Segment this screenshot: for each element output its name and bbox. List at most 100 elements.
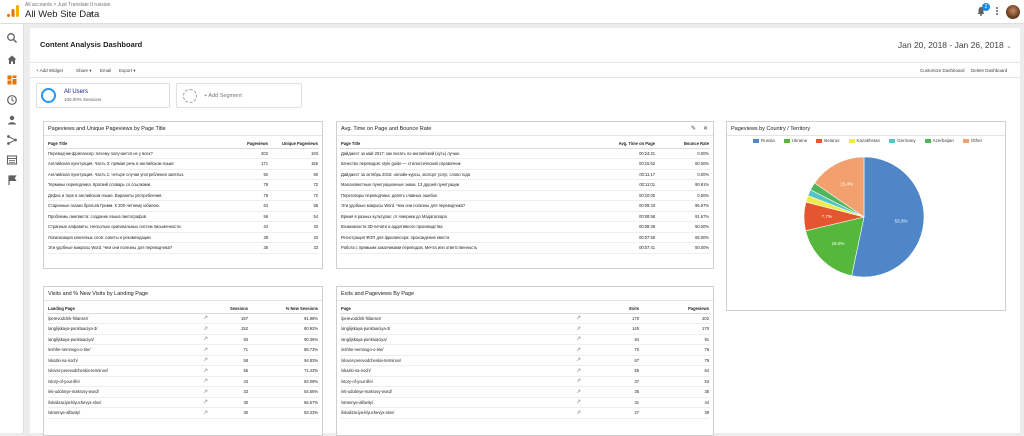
row-title-link[interactable]: Проблемы лингвиста: создание языка пикто… (47, 211, 229, 222)
add-widget-button[interactable]: + Add Widget (36, 68, 63, 73)
table-row[interactable]: Термины переводчика. Краткий словарь со … (47, 179, 319, 191)
row-title-link[interactable]: /anglijskaya-punktuaciya-3/ (47, 323, 197, 335)
table-row[interactable]: Время в разных культурах: от Америки до … (340, 211, 710, 222)
table-row[interactable]: /anglijskaya-punktuaciya-3/152 80.92% (47, 323, 319, 335)
row-title-link[interactable]: /story-of-your-life/ (340, 376, 570, 387)
external-link-icon[interactable] (197, 407, 209, 419)
table-row[interactable]: Дайджест за май 2017: как писать по-англ… (340, 148, 710, 159)
table-row[interactable]: /eshhe-nemnogo-o-tire/71 88.73% (47, 344, 319, 356)
table-row[interactable]: Качество переводов: style guide — стилис… (340, 158, 710, 170)
row-title-link[interactable]: /eti-udobnye-makrosy-word/ (340, 386, 570, 398)
row-title-link[interactable]: Регистрация ФОП для фрилансера: прохожде… (340, 232, 590, 243)
external-link-icon[interactable] (197, 344, 209, 356)
table-row[interactable]: Английская пунктуация. Часть 3: прямая р… (47, 158, 319, 170)
table-row[interactable]: Регистрация ФОП для фрилансера: прохожде… (340, 232, 710, 243)
external-link-icon[interactable] (570, 376, 582, 387)
clock-icon[interactable] (6, 94, 18, 106)
row-title-link[interactable]: /eti-udobnye-makrosy-word/ (47, 386, 197, 398)
table-row[interactable]: Возможности 3D-печати и аддитивного прои… (340, 221, 710, 233)
table-row[interactable]: Старинные сказки братьев Гримм. К 200-ле… (47, 200, 319, 212)
chevron-down-icon[interactable]: ▾ (89, 10, 93, 18)
table-row[interactable]: /strannye-alfavity/31 44 (340, 397, 710, 408)
row-title-link[interactable]: Малоизвестные пунктуационные знаки. 13 д… (340, 179, 590, 191)
analytics-logo-icon[interactable] (6, 4, 20, 18)
row-title-link[interactable]: /eshhe-nemnogo-o-tire/ (47, 344, 197, 356)
search-icon[interactable] (6, 32, 18, 44)
table-row[interactable]: Проблемы лингвиста: создание языка пикто… (47, 211, 319, 222)
row-title-link[interactable]: Переводчик-фрилансер: почему получается … (47, 148, 229, 159)
row-title-link[interactable]: /lokalizaciya-klyuchevyx-slov/ (47, 397, 197, 408)
table-row[interactable]: /story-of-your-life/37 53 (340, 376, 710, 387)
external-link-icon[interactable] (197, 323, 209, 335)
table-row[interactable]: /anglijskaya-punktuaciya/83 90.36% (47, 334, 319, 345)
row-title-link[interactable]: /strannye-alfavity/ (340, 397, 570, 408)
avatar[interactable] (1006, 5, 1020, 19)
external-link-icon[interactable] (197, 313, 209, 324)
table-row[interactable]: Дефис и тире в английском языке. Вариант… (47, 190, 319, 201)
external-link-icon[interactable] (570, 334, 582, 345)
table-row[interactable]: Эти удобные макросы Word. Чем они полезн… (47, 242, 319, 254)
row-title-link[interactable]: Возможности 3D-печати и аддитивного прои… (340, 221, 590, 233)
row-title-link[interactable]: /skazki-na-noch/ (340, 365, 570, 377)
column-header[interactable]: Avg. Time on Page (590, 139, 656, 149)
row-title-link[interactable]: Дефис и тире в английском языке. Вариант… (47, 190, 229, 201)
external-link-icon[interactable] (197, 397, 209, 408)
table-row[interactable]: /lokalizaciya-klyuchevyx-slov/30 66.67% (47, 397, 319, 408)
legend-item[interactable]: Other (962, 138, 982, 143)
external-link-icon[interactable] (197, 386, 209, 398)
row-title-link[interactable]: Английская пунктуация. Часть 3: прямая р… (47, 158, 229, 170)
table-row[interactable]: Английская пунктуация. Часть 1: четыре с… (47, 169, 319, 180)
table-row[interactable]: Странные алфавиты. Несколько оригинальны… (47, 221, 319, 233)
external-link-icon[interactable] (197, 365, 209, 377)
table-row[interactable]: /strannye-alfavity/30 93.33% (47, 407, 319, 419)
table-row[interactable]: /perevodchik-frilanser/170 202 (340, 313, 710, 324)
external-link-icon[interactable] (570, 313, 582, 324)
column-header[interactable]: Page (340, 304, 570, 314)
table-row[interactable]: /anglijskaya-punktuaciya/84 91 (340, 334, 710, 345)
table-row[interactable]: /eti-udobnye-makrosy-word/35 35 (340, 386, 710, 398)
row-title-link[interactable]: /story-of-your-life/ (47, 376, 197, 387)
date-range-selector[interactable]: Jan 20, 2018 - Jan 26, 2018 ⌄ (898, 40, 1012, 50)
row-title-link[interactable]: Дайджест за май 2017: как писать по-англ… (340, 148, 590, 159)
column-header[interactable]: Bounce Rate (656, 139, 710, 149)
person-icon[interactable] (6, 114, 18, 126)
legend-item[interactable]: Kazakhstan (848, 138, 880, 143)
row-title-link[interactable]: /strannye-alfavity/ (47, 407, 197, 419)
flag-icon[interactable] (6, 174, 18, 186)
legend-item[interactable]: Germany (889, 138, 916, 143)
external-link-icon[interactable] (570, 365, 582, 377)
external-link-icon[interactable] (197, 355, 209, 366)
table-row[interactable]: /perevodchik-frilanser/187 91.98% (47, 313, 319, 324)
pencil-icon[interactable]: ✎ (691, 125, 696, 132)
table-row[interactable]: Переговоры переводчика: девять главных о… (340, 190, 710, 201)
column-header[interactable]: Pageviews (229, 139, 269, 149)
column-header[interactable]: Unique Pageviews (269, 139, 319, 149)
breadcrumb[interactable]: All accounts > Just Translate It russian (25, 2, 110, 8)
row-title-link[interactable]: Локализация ключевых слов: советы и реко… (47, 232, 229, 243)
table-row[interactable]: Малоизвестные пунктуационные знаки. 13 д… (340, 179, 710, 191)
row-title-link[interactable]: Эти удобные макросы Word. Чем они полезн… (47, 242, 229, 254)
customize-dashboard-button[interactable]: Customize Dashboard (920, 68, 965, 73)
table-row[interactable]: /slovar-perevodcheskix-terminov/56 71.43% (47, 365, 319, 377)
row-title-link[interactable]: Дайджест за октябрь 2016: онлайн-курсы, … (340, 169, 590, 180)
row-title-link[interactable]: /slovar-perevodcheskix-terminov/ (47, 365, 197, 377)
customization-icon[interactable] (6, 74, 18, 86)
row-title-link[interactable]: /anglijskaya-punktuaciya/ (340, 334, 570, 345)
column-header[interactable]: Page Title (340, 139, 590, 149)
external-link-icon[interactable] (197, 376, 209, 387)
row-title-link[interactable]: /skazki-na-noch/ (47, 355, 197, 366)
table-row[interactable]: Дайджест за октябрь 2016: онлайн-курсы, … (340, 169, 710, 180)
legend-item[interactable]: Russia (753, 138, 775, 143)
column-header[interactable]: Exits (582, 304, 640, 314)
pie-chart[interactable]: 53.3% 18.0% 7.7% 15.4% (799, 152, 929, 282)
home-icon[interactable] (6, 54, 18, 66)
external-link-icon[interactable] (570, 407, 582, 419)
email-button[interactable]: Email (100, 68, 111, 73)
legend-item[interactable]: Belarus (816, 138, 840, 143)
table-row[interactable]: /skazki-na-noch/58 94.83% (47, 355, 319, 366)
row-title-link[interactable]: /perevodchik-frilanser/ (47, 313, 197, 324)
table-row[interactable]: Эти удобные макросы Word. Чем они полезн… (340, 200, 710, 212)
share-menu[interactable]: Share ▾ (76, 68, 92, 74)
table-row[interactable]: /eti-udobnye-makrosy-word/33 54.55% (47, 386, 319, 398)
column-header[interactable]: % New Sessions (249, 304, 319, 314)
